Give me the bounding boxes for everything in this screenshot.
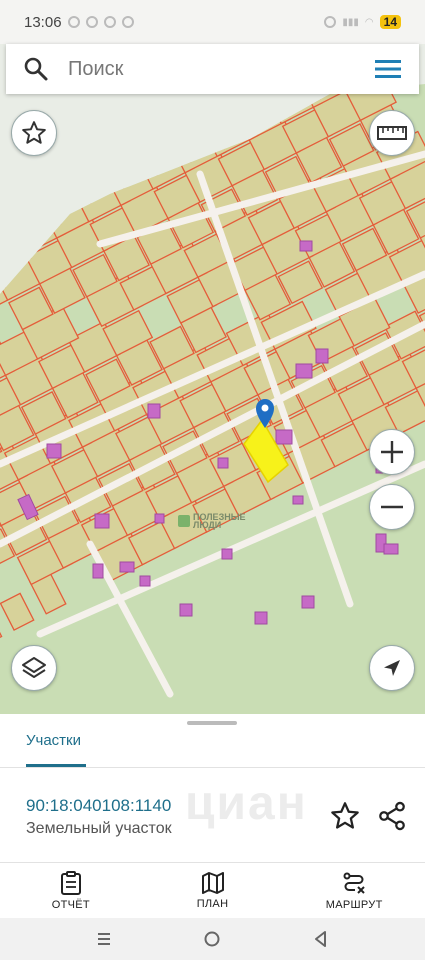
cadastral-map[interactable]: ПОЛЕЗНЫЕ ЛЮДИ: [0, 44, 425, 714]
home-icon[interactable]: [202, 929, 222, 949]
star-icon: [331, 802, 359, 829]
plus-icon: [381, 441, 403, 463]
navigation-arrow-icon: [384, 660, 400, 676]
report-button[interactable]: ОТЧЁТ: [0, 863, 142, 918]
action-bar: ОТЧЁТ ПЛАН МАРШРУТ: [0, 863, 425, 918]
layers-icon: [22, 657, 46, 678]
parcel-type: Земельный участок: [26, 820, 172, 837]
whatsapp-icon: [67, 16, 80, 28]
sheet-drag-handle[interactable]: [187, 721, 237, 725]
watermark-logo-icon: [178, 515, 190, 527]
menu-icon[interactable]: [373, 54, 403, 84]
route-icon: [343, 872, 365, 894]
map-canvas[interactable]: [0, 44, 425, 714]
recent-apps-icon[interactable]: [94, 929, 114, 949]
map-icon: [201, 871, 224, 894]
parcel-cadastral-number[interactable]: 90:18:040108:1140: [26, 796, 171, 816]
search-input[interactable]: [68, 57, 373, 81]
battery-level: 14: [379, 15, 401, 29]
layers-button[interactable]: [11, 645, 57, 691]
status-bar: 13:06 ▮▮▮ ◠ 14: [0, 0, 425, 44]
zoom-out-button[interactable]: [369, 484, 415, 530]
favorite-parcel-button[interactable]: [329, 800, 361, 832]
report-label: ОТЧЁТ: [51, 898, 90, 911]
system-nav-bar: [0, 918, 425, 960]
location-status-icon: [324, 16, 337, 28]
clock: 13:06: [24, 13, 62, 31]
tab-parcels[interactable]: Участки: [26, 732, 81, 749]
plan-label: ПЛАН: [196, 897, 229, 910]
minus-icon: [381, 505, 403, 509]
favorite-map-button[interactable]: [11, 110, 57, 156]
chat-icon: [85, 16, 98, 28]
telegram-icon: [121, 16, 134, 28]
ruler-button[interactable]: [369, 110, 415, 156]
clipboard-icon: [60, 870, 81, 895]
star-icon: [22, 121, 46, 144]
plan-button[interactable]: ПЛАН: [142, 863, 284, 918]
locate-me-button[interactable]: [369, 645, 415, 691]
share-icon: [379, 801, 405, 831]
watermark-line2: ЛЮДИ: [193, 520, 222, 530]
route-label: МАРШРУТ: [325, 898, 383, 911]
map-watermark: ПОЛЕЗНЫЕ ЛЮДИ: [178, 513, 246, 530]
share-button[interactable]: [376, 800, 408, 832]
back-icon[interactable]: [311, 929, 331, 949]
divider: [0, 767, 425, 768]
search-bar[interactable]: [6, 44, 419, 94]
cian-watermark: циан: [185, 777, 308, 830]
zoom-in-button[interactable]: [369, 429, 415, 475]
wifi-icon: ◠: [364, 16, 374, 28]
ruler-icon: [377, 126, 407, 140]
phone-icon: [103, 16, 116, 28]
bottom-sheet[interactable]: Участки циан 90:18:040108:1140 Земельный…: [0, 714, 425, 918]
search-icon[interactable]: [22, 55, 50, 83]
signal-icon: ▮▮▮: [342, 16, 359, 28]
route-button[interactable]: МАРШРУТ: [283, 863, 425, 918]
